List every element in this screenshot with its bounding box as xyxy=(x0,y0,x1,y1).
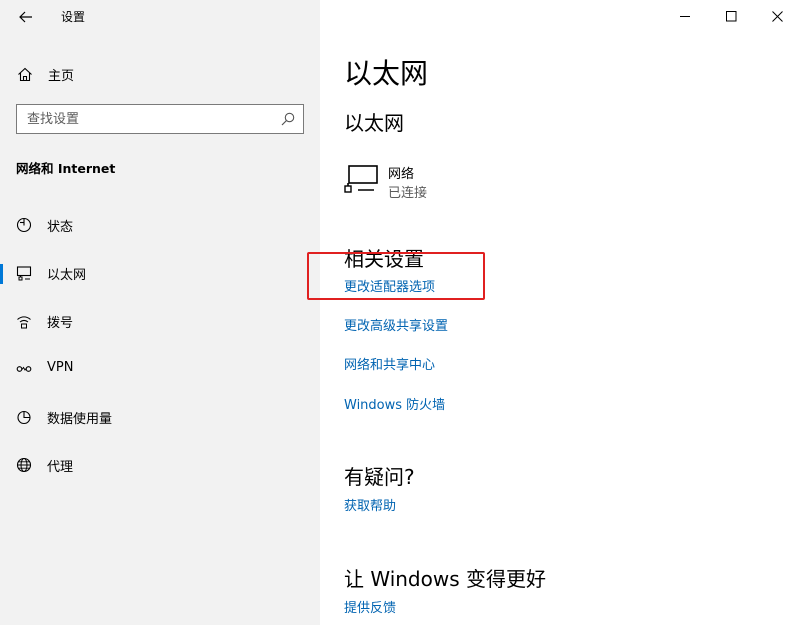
ethernet-monitor-icon xyxy=(344,165,378,193)
questions-title: 有疑问? xyxy=(344,465,415,489)
app-title: 设置 xyxy=(61,10,86,24)
vpn-icon xyxy=(15,361,33,377)
sidebar-item-label: 主页 xyxy=(48,69,75,84)
improve-windows-title: 让 Windows 变得更好 xyxy=(344,567,546,591)
back-button[interactable] xyxy=(14,6,38,28)
sidebar-item-ethernet[interactable]: 以太网 xyxy=(0,256,320,290)
network-status: 已连接 xyxy=(388,186,428,201)
close-button[interactable] xyxy=(754,0,800,32)
sidebar-item-label: 状态 xyxy=(47,220,74,235)
sidebar-item-label: 以太网 xyxy=(47,268,87,283)
sidebar-item-status[interactable]: 状态 xyxy=(0,208,320,242)
sidebar-item-label: 代理 xyxy=(47,460,74,475)
sidebar-section-title: 网络和 Internet xyxy=(16,161,116,176)
sidebar-item-label: VPN xyxy=(47,360,74,375)
windows-firewall-link[interactable]: Windows 防火墙 xyxy=(344,394,445,413)
related-settings-title: 相关设置 xyxy=(344,247,424,271)
search-input[interactable] xyxy=(27,109,277,129)
network-name: 网络 xyxy=(388,167,415,182)
proxy-globe-icon xyxy=(15,457,33,473)
change-sharing-settings-link[interactable]: 更改高级共享设置 xyxy=(344,315,448,334)
maximize-button[interactable] xyxy=(708,0,754,32)
sidebar-item-dialup[interactable]: 拨号 xyxy=(0,304,320,338)
get-help-link[interactable]: 获取帮助 xyxy=(344,495,396,514)
globe-status-icon xyxy=(15,217,33,233)
sidebar-item-label: 拨号 xyxy=(47,316,74,331)
section-title-ethernet: 以太网 xyxy=(344,111,404,135)
close-icon xyxy=(771,10,783,22)
minimize-button[interactable] xyxy=(662,0,708,32)
sidebar-item-home[interactable]: 主页 xyxy=(0,58,320,90)
change-adapter-options-link[interactable]: 更改适配器选项 xyxy=(344,276,435,295)
ethernet-icon xyxy=(15,265,33,281)
maximize-icon xyxy=(725,10,736,21)
search-box[interactable] xyxy=(16,104,304,134)
data-usage-icon xyxy=(15,409,33,425)
active-indicator xyxy=(0,264,3,284)
page-title: 以太网 xyxy=(344,57,429,90)
sidebar-item-label: 数据使用量 xyxy=(47,412,113,427)
sidebar-item-vpn[interactable]: VPN xyxy=(0,352,320,386)
network-connection-card[interactable]: 网络 已连接 xyxy=(344,160,604,204)
sidebar: 设置 主页 网络和 Internet 状态 以太网 拨号 VPN xyxy=(0,0,320,625)
minimize-icon xyxy=(679,15,690,17)
back-arrow-icon xyxy=(19,11,32,23)
give-feedback-link[interactable]: 提供反馈 xyxy=(344,597,396,616)
main-content: 以太网 以太网 网络 已连接 相关设置 更改适配器选项 更改高级共享设置 网络和… xyxy=(307,0,800,625)
network-sharing-center-link[interactable]: 网络和共享中心 xyxy=(344,354,435,373)
dialup-icon xyxy=(15,313,33,329)
search-icon[interactable] xyxy=(280,111,296,127)
sidebar-item-data-usage[interactable]: 数据使用量 xyxy=(0,400,320,434)
home-icon xyxy=(16,66,34,82)
sidebar-item-proxy[interactable]: 代理 xyxy=(0,448,320,482)
